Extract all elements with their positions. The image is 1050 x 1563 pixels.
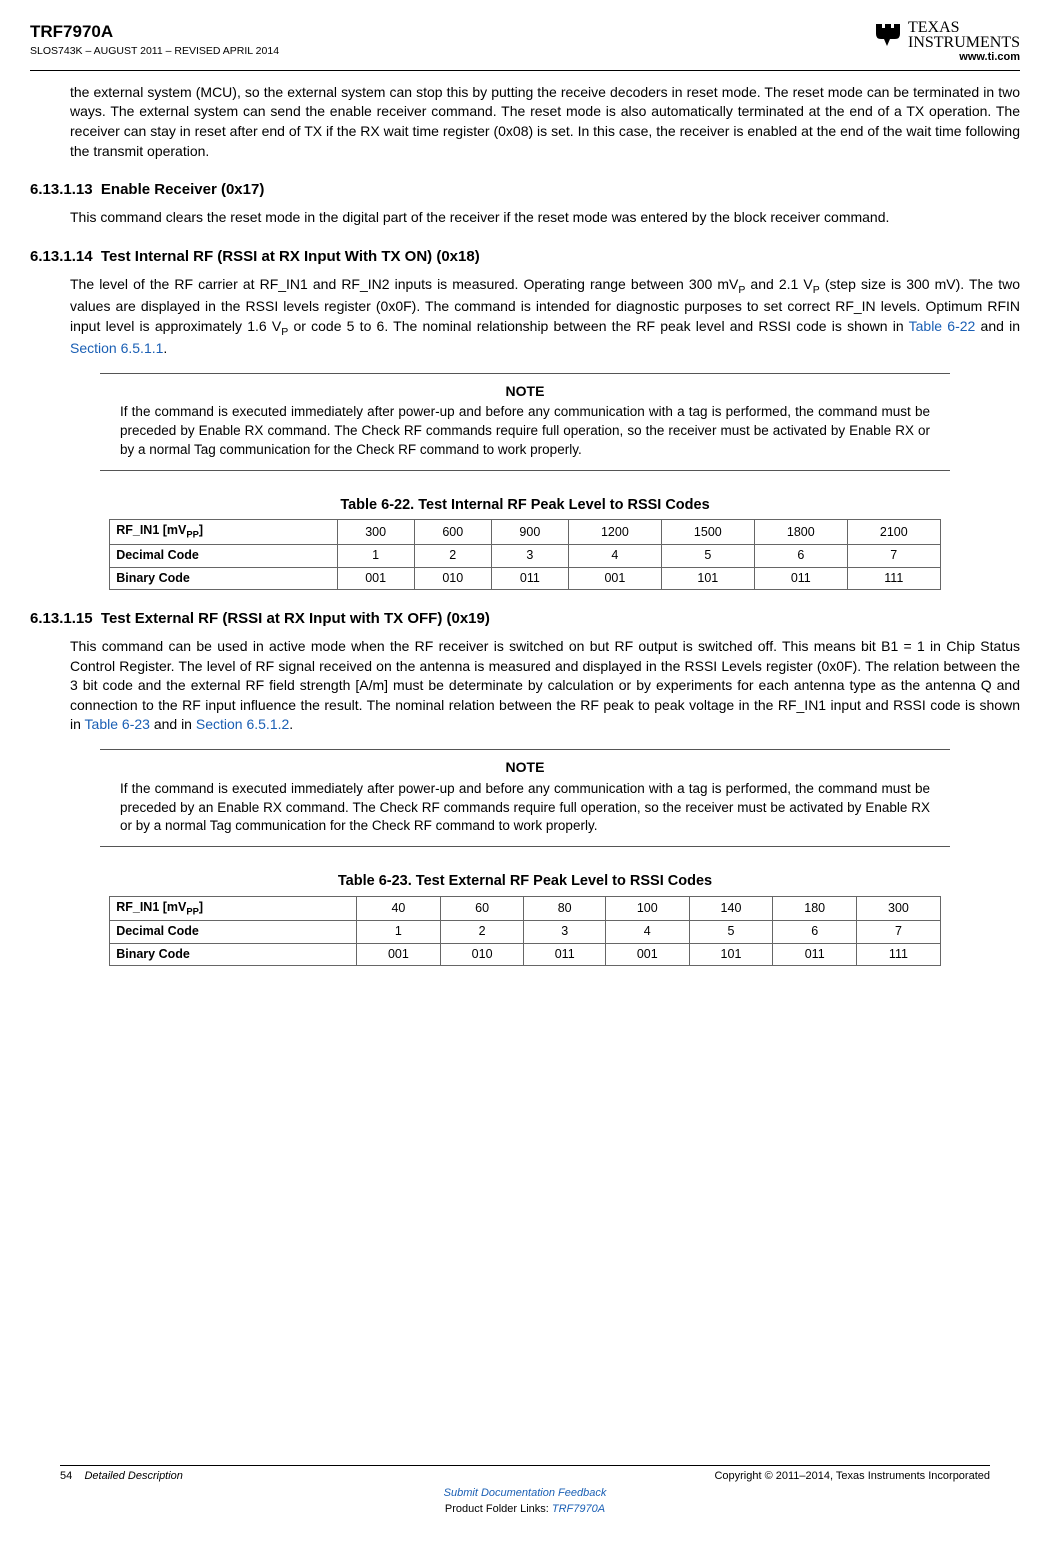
xref-table-6-23[interactable]: Table 6-23 [85, 716, 150, 732]
note-body: If the command is executed immediately a… [120, 403, 930, 460]
note-title: NOTE [100, 758, 950, 778]
note-block-2: NOTE If the command is executed immediat… [100, 749, 950, 847]
note-title: NOTE [100, 382, 950, 402]
sec15-body: This command can be used in active mode … [70, 637, 1020, 735]
ti-logo-icon [874, 22, 904, 48]
footer-section: Detailed Description [84, 1470, 182, 1482]
table-row-header: RF_IN1 [mVPP] [110, 520, 337, 545]
table-row-header: Decimal Code [110, 545, 337, 568]
note-block-1: NOTE If the command is executed immediat… [100, 373, 950, 471]
logo-text-2: INSTRUMENTS [908, 34, 1020, 51]
table-6-22: RF_IN1 [mVPP] 3006009001200150018002100 … [109, 519, 941, 590]
table-row-header: Binary Code [110, 943, 357, 966]
sec14-body: The level of the RF carrier at RF_IN1 an… [70, 275, 1020, 359]
intro-paragraph: the external system (MCU), so the extern… [70, 83, 1020, 161]
table-6-22-title: Table 6-22. Test Internal RF Peak Level … [30, 495, 1020, 515]
header-right: TEXAS INSTRUMENTS www.ti.com [874, 20, 1020, 66]
table-6-23: RF_IN1 [mVPP] 406080100140180300 Decimal… [109, 896, 941, 967]
table-row-header: Decimal Code [110, 921, 357, 944]
note-body: If the command is executed immediately a… [120, 780, 930, 837]
footer-copyright: Copyright © 2011–2014, Texas Instruments… [714, 1469, 990, 1484]
submit-feedback-link[interactable]: Submit Documentation Feedback [444, 1487, 607, 1499]
header-rule [30, 70, 1020, 71]
product-name: TRF7970A [30, 20, 279, 44]
xref-table-6-22[interactable]: Table 6-22 [909, 318, 976, 334]
table-row-header: RF_IN1 [mVPP] [110, 896, 357, 921]
xref-section-6-5-1-2[interactable]: Section 6.5.1.2 [196, 716, 289, 732]
page-header: TRF7970A SLOS743K – AUGUST 2011 – REVISE… [30, 20, 1020, 66]
section-6-13-1-15-heading: 6.13.1.15 Test External RF (RSSI at RX I… [30, 608, 1020, 629]
doc-number: SLOS743K – AUGUST 2011 – REVISED APRIL 2… [30, 44, 279, 59]
table-6-23-title: Table 6-23. Test External RF Peak Level … [30, 871, 1020, 891]
product-folder-link[interactable]: TRF7970A [552, 1503, 605, 1515]
sec13-body: This command clears the reset mode in th… [70, 208, 1020, 228]
header-url[interactable]: www.ti.com [874, 50, 1020, 65]
table-row-header: Binary Code [110, 567, 337, 590]
page-number: 54 [60, 1470, 72, 1482]
folder-links-label: Product Folder Links: [445, 1503, 552, 1515]
section-6-13-1-14-heading: 6.13.1.14 Test Internal RF (RSSI at RX I… [30, 246, 1020, 267]
page-footer: 54 Detailed Description Copyright © 2011… [60, 1458, 990, 1517]
header-left: TRF7970A SLOS743K – AUGUST 2011 – REVISE… [30, 20, 279, 58]
xref-section-6-5-1-1[interactable]: Section 6.5.1.1 [70, 340, 163, 356]
section-6-13-1-13-heading: 6.13.1.13 Enable Receiver (0x17) [30, 179, 1020, 200]
ti-logo: TEXAS INSTRUMENTS [874, 20, 1020, 50]
